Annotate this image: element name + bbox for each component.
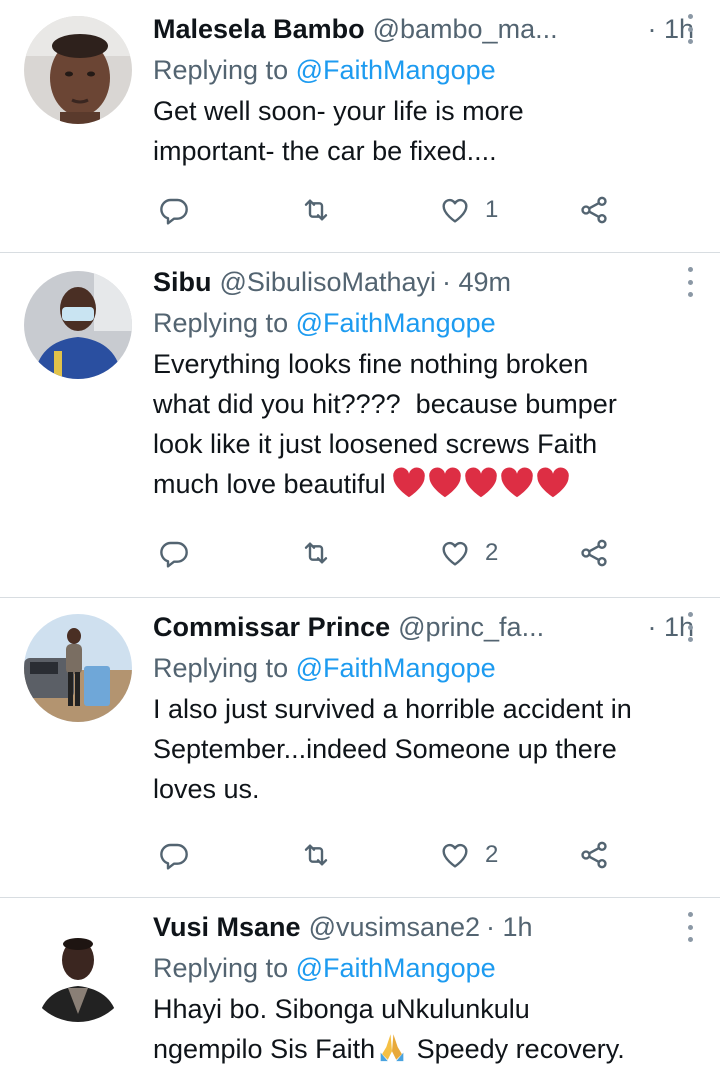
like-count: 2	[485, 539, 499, 566]
replying-to: Replying to @FaithMangope	[153, 949, 700, 987]
display-name[interactable]: Commissar Prince	[153, 608, 390, 646]
action-bar: 2	[0, 533, 720, 573]
like-count: 2	[485, 841, 499, 868]
share-icon	[581, 539, 607, 567]
share-button[interactable]	[578, 839, 610, 871]
red-heart-emoji-row	[392, 467, 570, 499]
tweet-text: Hhayi bo. Sibonga uNkulunkulu ngempilo S…	[153, 989, 700, 1069]
avatar[interactable]	[24, 16, 132, 124]
user-handle[interactable]: @bambo_ma...	[373, 10, 558, 48]
tweet-text-line: ngempilo Sis Faith	[153, 1034, 376, 1064]
replying-to-label: Replying to	[153, 55, 289, 85]
replying-to-label: Replying to	[153, 653, 289, 683]
red-heart-emoji-icon	[392, 467, 425, 498]
red-heart-emoji-icon	[536, 467, 569, 498]
replying-to: Replying to @FaithMangope	[153, 304, 700, 342]
red-heart-emoji-icon	[464, 467, 497, 498]
retweet-button[interactable]	[300, 537, 332, 569]
tweet-text: I also just survived a horrible accident…	[153, 694, 632, 804]
reply-button[interactable]	[158, 839, 190, 871]
share-icon	[581, 196, 607, 224]
folded-hands-emoji-icon	[380, 1034, 404, 1062]
heart-icon	[442, 843, 468, 868]
tweet[interactable]: Malesela Bambo @bambo_ma... · 1h Replyin…	[0, 0, 720, 253]
share-button[interactable]	[578, 194, 610, 226]
more-options-icon[interactable]	[686, 267, 694, 297]
action-bar: 1	[0, 190, 720, 230]
tweet-text-line: Speedy recovery.	[409, 1034, 625, 1064]
heart-icon	[442, 541, 468, 566]
tweet-text-line: Hhayi bo. Sibonga uNkulunkulu	[153, 994, 530, 1024]
like-button[interactable]: 2	[439, 537, 498, 569]
red-heart-emoji-icon	[500, 467, 533, 498]
reply-icon	[160, 541, 188, 568]
retweet-icon	[304, 542, 328, 564]
user-handle[interactable]: @SibulisoMathayi	[220, 263, 437, 301]
mention-link[interactable]: @FaithMangope	[296, 653, 496, 683]
avatar[interactable]	[24, 914, 132, 1022]
replies-feed: Malesela Bambo @bambo_ma... · 1h Replyin…	[0, 0, 720, 1083]
user-handle[interactable]: @vusimsane2	[309, 908, 480, 946]
retweet-icon	[304, 844, 328, 866]
avatar[interactable]	[24, 614, 132, 722]
share-icon	[581, 841, 607, 869]
retweet-button[interactable]	[300, 194, 332, 226]
user-handle[interactable]: @princ_fa...	[398, 608, 544, 646]
timestamp[interactable]: · 49m	[442, 263, 517, 301]
like-button[interactable]: 2	[439, 839, 498, 871]
like-button[interactable]: 1	[439, 194, 498, 226]
heart-icon	[442, 198, 468, 223]
retweet-icon	[304, 199, 328, 221]
replying-to-label: Replying to	[153, 308, 289, 338]
avatar[interactable]	[24, 271, 132, 379]
more-options-icon[interactable]	[686, 612, 694, 642]
replying-to: Replying to @FaithMangope	[153, 51, 700, 89]
tweet[interactable]: Commissar Prince @princ_fa... · 1h Reply…	[0, 598, 720, 898]
more-options-icon[interactable]	[686, 14, 694, 44]
replying-to: Replying to @FaithMangope	[153, 649, 700, 687]
tweet-text: Get well soon- your life is more importa…	[153, 96, 524, 166]
display-name[interactable]: Sibu	[153, 263, 212, 301]
timestamp[interactable]: · 1h	[486, 908, 539, 946]
reply-button[interactable]	[158, 537, 190, 569]
mention-link[interactable]: @FaithMangope	[296, 308, 496, 338]
red-heart-emoji-icon	[428, 467, 461, 498]
replying-to-label: Replying to	[153, 953, 289, 983]
tweet-text: Everything looks fine nothing broken wha…	[153, 344, 700, 504]
retweet-button[interactable]	[300, 839, 332, 871]
more-options-icon[interactable]	[686, 912, 694, 942]
display-name[interactable]: Malesela Bambo	[153, 10, 365, 48]
reply-button[interactable]	[158, 194, 190, 226]
mention-link[interactable]: @FaithMangope	[296, 55, 496, 85]
like-count: 1	[485, 196, 499, 223]
share-button[interactable]	[578, 537, 610, 569]
tweet[interactable]: Sibu @SibulisoMathayi · 49m Replying to …	[0, 253, 720, 598]
mention-link[interactable]: @FaithMangope	[296, 953, 496, 983]
tweet[interactable]: Vusi Msane @vusimsane2 · 1h Replying to …	[0, 898, 720, 1083]
reply-icon	[160, 843, 188, 870]
reply-icon	[160, 198, 188, 225]
display-name[interactable]: Vusi Msane	[153, 908, 301, 946]
action-bar: 2	[0, 835, 720, 875]
